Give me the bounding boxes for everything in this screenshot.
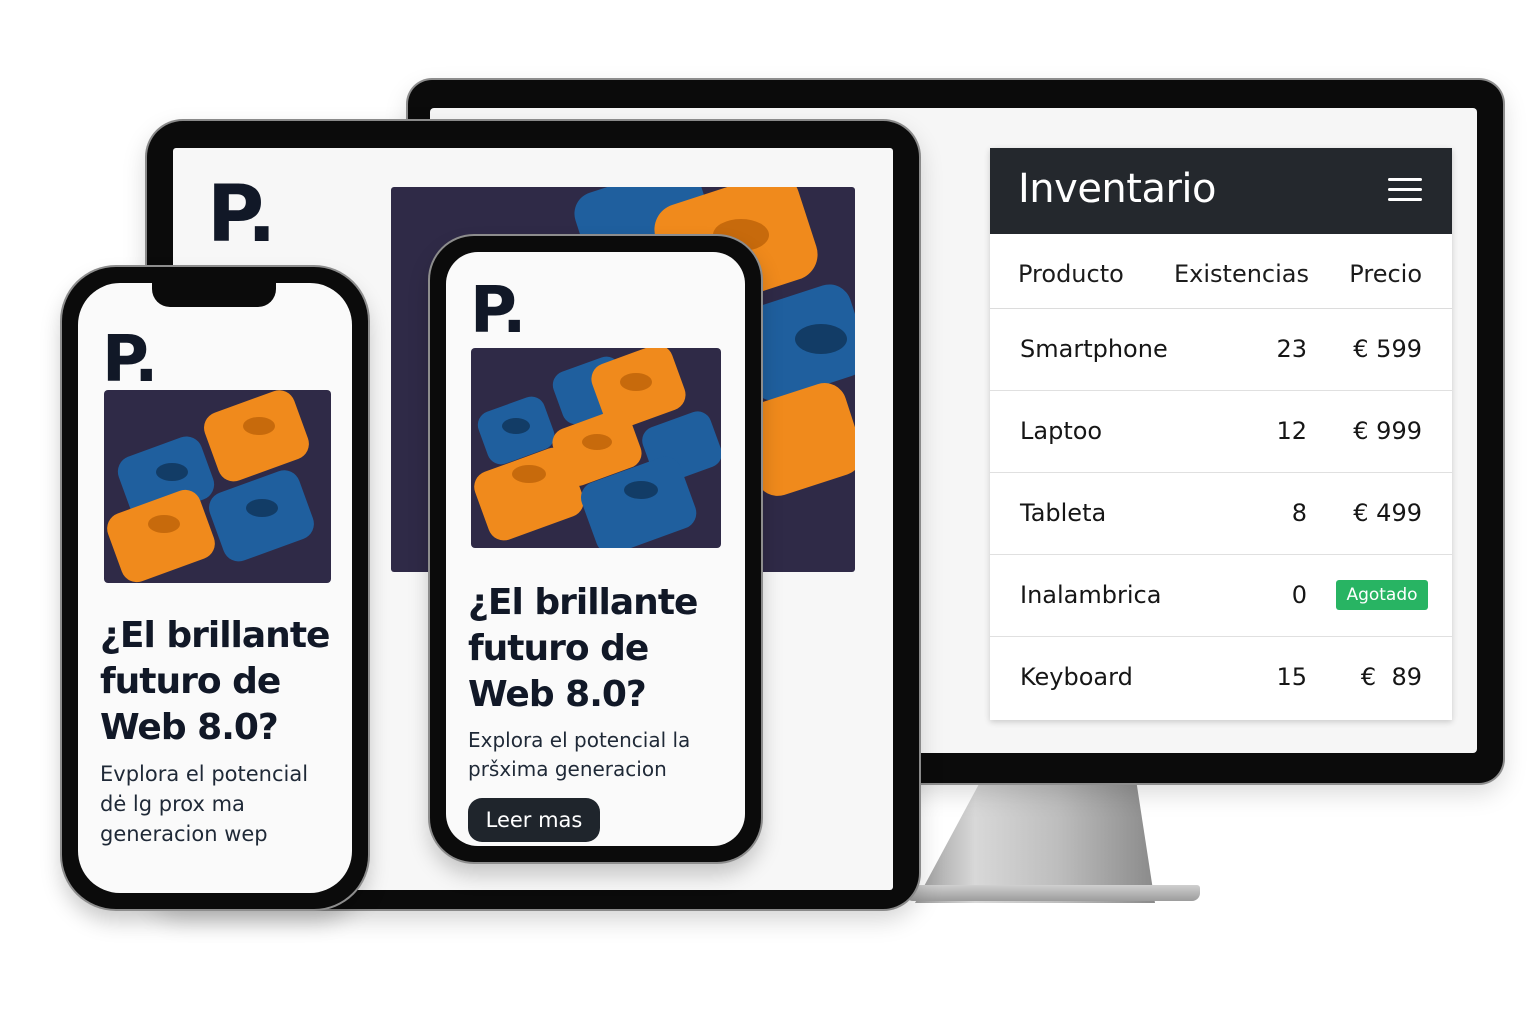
article-headline: ¿El brillante futuro de Web 8.0?	[100, 613, 330, 751]
headline-line: Web 8.0?	[100, 707, 279, 748]
hero-artwork-image	[471, 348, 721, 548]
hamburger-menu-icon[interactable]	[1388, 176, 1422, 204]
phone-large-screen: P. ¿El brillante futuro de Web 8.0? Expl…	[446, 252, 745, 846]
brand-logo[interactable]: P.	[207, 170, 277, 260]
phone-large-device: P. ¿El brillante futuro de Web 8.0? Expl…	[430, 236, 761, 862]
brand-logo[interactable]: P.	[470, 274, 526, 348]
product-name: Smartphone	[1020, 335, 1168, 363]
table-row[interactable]: Keyboard 15 € 89	[990, 636, 1452, 718]
monitor-stand-base	[905, 885, 1200, 901]
stock-count: 12	[1276, 417, 1307, 445]
hero-artwork-image	[104, 390, 331, 583]
headline-line: Web 8.0?	[468, 674, 647, 715]
out-of-stock-badge: Agotado	[1336, 580, 1428, 610]
brand-logo[interactable]: P.	[102, 323, 158, 397]
read-more-button[interactable]: Leer mas	[468, 798, 600, 842]
table-row[interactable]: Laptoo 12 € 999	[990, 390, 1452, 473]
stock-count: 8	[1291, 499, 1307, 527]
phone-small-device: P. ¿El brillante futuro de Web 8.0? Evpl…	[62, 267, 368, 909]
stock-count: 23	[1276, 335, 1307, 363]
isometric-blocks-illustration	[107, 390, 314, 583]
column-header-price[interactable]: Precio	[1349, 260, 1422, 288]
table-row[interactable]: Tableta 8 € 499	[990, 472, 1452, 555]
description-line: generacion wep	[100, 822, 268, 846]
price: € 499	[1353, 499, 1422, 527]
inventory-column-headers: Producto Existencias Precio	[990, 234, 1452, 309]
description-line: Evplora el potencial	[100, 762, 309, 786]
table-row[interactable]: Inalambrica 0 Agotado	[990, 554, 1452, 637]
column-header-stock[interactable]: Existencias	[1174, 260, 1309, 288]
isometric-blocks-illustration	[474, 348, 721, 548]
headline-line: ¿El brillante	[468, 582, 698, 623]
description-line: pršxima generacion	[468, 757, 667, 781]
stock-count: 15	[1276, 663, 1307, 691]
description-line: Explora el potencial la	[468, 728, 691, 752]
product-name: Tableta	[1020, 499, 1107, 527]
column-header-product[interactable]: Producto	[1018, 260, 1124, 288]
headline-line: futuro de	[468, 628, 649, 669]
price: € 599	[1353, 335, 1422, 363]
phone-notch	[152, 283, 276, 307]
inventory-panel: Inventario Producto Existencias Precio S…	[990, 148, 1452, 720]
headline-line: futuro de	[100, 661, 281, 702]
headline-line: ¿El brillante	[100, 615, 330, 656]
product-name: Keyboard	[1020, 663, 1133, 691]
description-line: dė lg prox ma	[100, 792, 245, 816]
product-name: Laptoo	[1020, 417, 1103, 445]
inventory-title: Inventario	[1018, 166, 1217, 212]
price: € 999	[1353, 417, 1422, 445]
article-headline: ¿El brillante futuro de Web 8.0?	[468, 580, 698, 718]
table-row[interactable]: Smartphone 23 € 599	[990, 308, 1452, 391]
product-name: Inalambrica	[1020, 581, 1162, 609]
price: € 89	[1360, 663, 1422, 691]
inventory-header: Inventario	[990, 148, 1452, 234]
stock-count: 0	[1291, 581, 1307, 609]
phone-small-screen: P. ¿El brillante futuro de Web 8.0? Evpl…	[78, 283, 352, 893]
article-description: Explora el potencial la pršxima generaci…	[468, 726, 690, 784]
article-description: Evplora el potencial dė lg prox ma gener…	[100, 759, 308, 849]
